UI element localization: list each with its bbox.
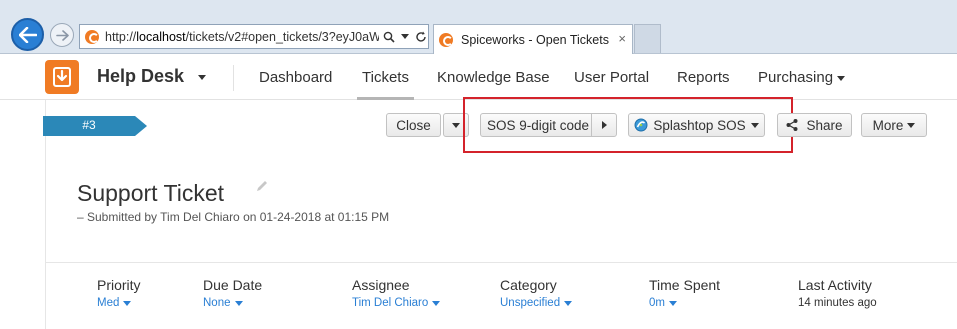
- property-label: Time Spent: [649, 277, 721, 293]
- ticket-number-tag: #3: [43, 116, 147, 136]
- share-label: Share: [806, 117, 843, 133]
- category-dropdown[interactable]: Unspecified: [500, 297, 573, 309]
- nav-reports[interactable]: Reports: [677, 69, 730, 86]
- ticket-properties: Priority Med Due Date None Assignee Tim …: [46, 262, 957, 329]
- due-date-dropdown[interactable]: None: [203, 297, 262, 309]
- nav-purchasing-label: Purchasing: [758, 69, 834, 86]
- priority-value: Med: [97, 297, 120, 309]
- highlight-box: [463, 97, 793, 153]
- tab-title: Spiceworks - Open Tickets: [461, 32, 609, 47]
- chevron-down-icon: [668, 300, 677, 306]
- url-host: localhost: [136, 29, 186, 44]
- share-icon: [786, 119, 798, 131]
- close-ticket-button[interactable]: Close: [386, 113, 441, 137]
- search-icon[interactable]: [383, 31, 395, 43]
- address-dropdown-icon[interactable]: [401, 34, 409, 39]
- nav-tickets[interactable]: Tickets: [357, 69, 414, 100]
- back-arrow-icon: [18, 26, 37, 43]
- chevron-down-icon: [564, 300, 573, 306]
- property-label: Due Date: [203, 277, 263, 293]
- address-bar[interactable]: http://localhost/tickets/v2#open_tickets…: [79, 24, 429, 49]
- priority-dropdown[interactable]: Med: [97, 297, 141, 309]
- category-value: Unspecified: [500, 297, 561, 309]
- property-due-date: Due Date None: [203, 277, 262, 309]
- forward-button[interactable]: [50, 23, 74, 47]
- purchasing-chevron-down-icon: [837, 75, 846, 81]
- url-path: /tickets/v2#open_tickets/3?eyJ0aWI: [185, 29, 379, 44]
- tab-close-icon[interactable]: ×: [618, 31, 626, 46]
- site-favicon-icon: [85, 29, 99, 44]
- share-button[interactable]: Share: [777, 113, 852, 137]
- nav-knowledge-base[interactable]: Knowledge Base: [437, 69, 550, 86]
- refresh-icon[interactable]: [415, 31, 427, 43]
- assignee-value: Tim Del Chiaro: [352, 297, 429, 309]
- ticket-submitted-info: – Submitted by Tim Del Chiaro on 01-24-2…: [77, 210, 390, 224]
- assignee-dropdown[interactable]: Tim Del Chiaro: [352, 297, 441, 309]
- more-chevron-down-icon: [907, 122, 916, 128]
- more-button[interactable]: More: [861, 113, 927, 137]
- ticket-title: Support Ticket: [77, 180, 225, 206]
- property-last-activity: Last Activity 14 minutes ago: [798, 277, 877, 309]
- new-tab-button[interactable]: [634, 24, 661, 53]
- time-spent-dropdown[interactable]: 0m: [649, 297, 720, 309]
- top-navigation: Help Desk Dashboard Tickets Knowledge Ba…: [0, 55, 957, 100]
- nav-dashboard[interactable]: Dashboard: [259, 69, 332, 86]
- app-menu-chevron-down-icon[interactable]: [198, 75, 206, 80]
- download-icon: [53, 67, 71, 87]
- property-assignee: Assignee Tim Del Chiaro: [352, 277, 441, 309]
- nav-user-portal[interactable]: User Portal: [574, 69, 649, 86]
- address-url[interactable]: http://localhost/tickets/v2#open_tickets…: [105, 30, 379, 44]
- property-label: Priority: [97, 277, 141, 293]
- property-category: Category Unspecified: [500, 277, 573, 309]
- chevron-down-icon: [452, 122, 460, 128]
- back-button[interactable]: [11, 18, 44, 51]
- time-spent-value: 0m: [649, 297, 665, 309]
- property-label: Category: [500, 277, 557, 293]
- chevron-down-icon: [123, 300, 132, 306]
- tab-favicon-icon: [439, 32, 453, 47]
- edit-pencil-icon[interactable]: [255, 179, 269, 193]
- chevron-down-icon: [234, 300, 243, 306]
- app-title[interactable]: Help Desk: [97, 66, 184, 87]
- property-label: Last Activity: [798, 277, 872, 293]
- nav-purchasing[interactable]: Purchasing: [758, 69, 846, 86]
- url-prefix: http://: [105, 29, 137, 44]
- property-label: Assignee: [352, 277, 410, 293]
- nav-divider: [233, 65, 234, 91]
- more-label: More: [872, 117, 904, 133]
- chevron-down-icon: [432, 300, 441, 306]
- property-time-spent: Time Spent 0m: [649, 277, 720, 309]
- browser-tab[interactable]: Spiceworks - Open Tickets ×: [433, 24, 633, 54]
- ticket-number: #3: [82, 118, 96, 132]
- last-activity-value: 14 minutes ago: [798, 297, 877, 309]
- property-priority: Priority Med: [97, 277, 141, 309]
- forward-arrow-icon: [55, 29, 69, 41]
- spiceworks-logo[interactable]: [45, 60, 79, 94]
- close-button-label: Close: [396, 117, 431, 133]
- due-date-value: None: [203, 297, 231, 309]
